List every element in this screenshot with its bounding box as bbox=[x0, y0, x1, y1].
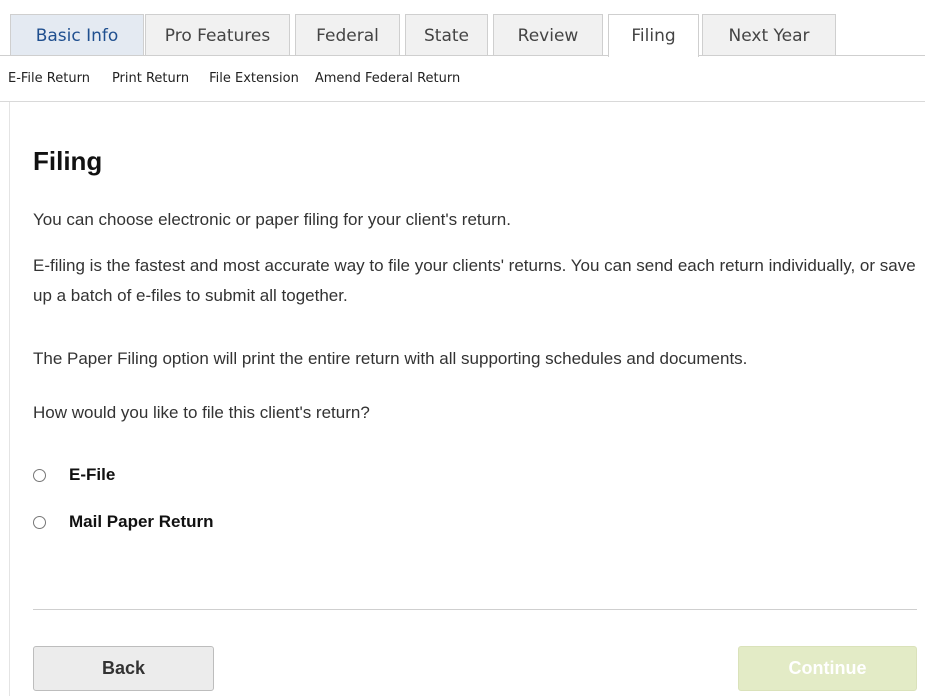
e-file-label: E-File bbox=[69, 465, 116, 484]
option-e-file[interactable]: E-File bbox=[33, 465, 115, 485]
paper-filing-description: The Paper Filing option will print the e… bbox=[33, 349, 748, 368]
left-border bbox=[9, 102, 10, 696]
page-title: Filing bbox=[33, 146, 103, 176]
tab-bar: Basic Info Pro Features Federal State Re… bbox=[0, 0, 925, 57]
filing-question: How would you like to file this client's… bbox=[33, 403, 370, 422]
tab-basic-info[interactable]: Basic Info bbox=[10, 14, 144, 56]
subnav-file-extension[interactable]: File Extension bbox=[209, 71, 299, 86]
subnav-print-return[interactable]: Print Return bbox=[112, 71, 189, 86]
tab-filing[interactable]: Filing bbox=[608, 14, 699, 57]
tab-state[interactable]: State bbox=[405, 14, 488, 56]
subnav-e-file-return[interactable]: E-File Return bbox=[8, 71, 90, 86]
sub-navigation: E-File Return Print Return File Extensio… bbox=[0, 56, 925, 102]
option-mail-paper-return[interactable]: Mail Paper Return bbox=[33, 512, 214, 532]
intro-text: You can choose electronic or paper filin… bbox=[33, 210, 511, 229]
tab-review[interactable]: Review bbox=[493, 14, 603, 56]
tab-federal[interactable]: Federal bbox=[295, 14, 400, 56]
tab-pro-features[interactable]: Pro Features bbox=[145, 14, 290, 56]
e-filing-description: E-filing is the fastest and most accurat… bbox=[33, 256, 916, 305]
back-button[interactable]: Back bbox=[33, 646, 214, 691]
continue-button[interactable]: Continue bbox=[738, 646, 917, 691]
mail-paper-return-label: Mail Paper Return bbox=[69, 512, 214, 531]
subnav-amend-federal-return[interactable]: Amend Federal Return bbox=[315, 71, 460, 86]
e-file-radio[interactable] bbox=[33, 468, 46, 482]
tab-next-year[interactable]: Next Year bbox=[702, 14, 836, 56]
footer-divider bbox=[33, 609, 917, 610]
mail-paper-return-radio[interactable] bbox=[33, 515, 46, 529]
